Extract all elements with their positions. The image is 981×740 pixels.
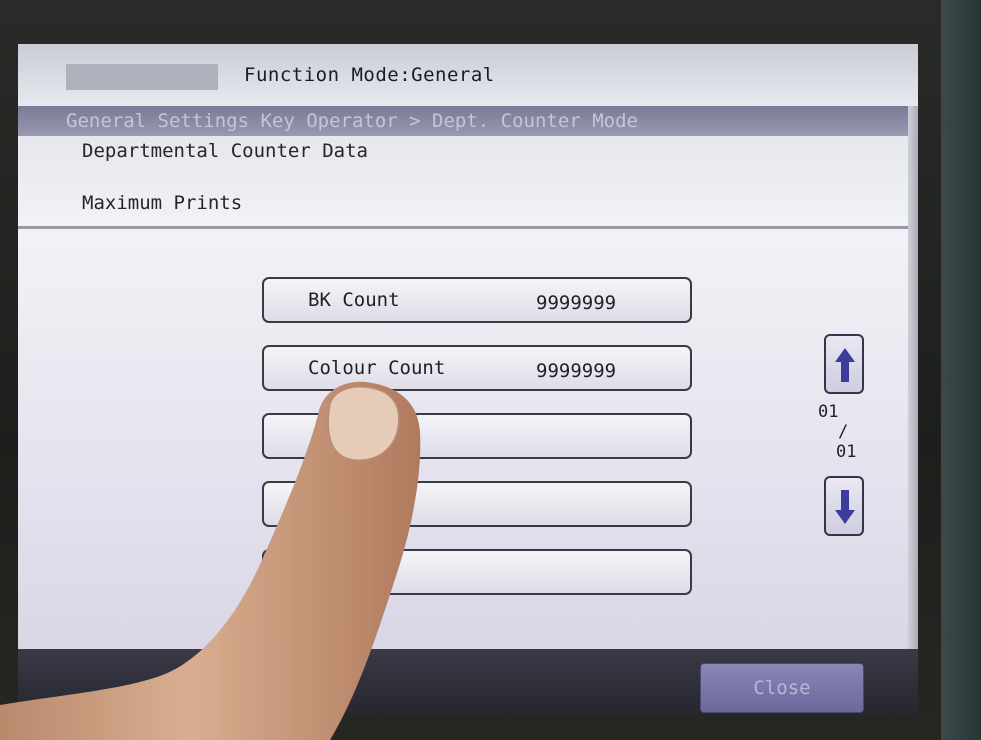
counter-value: 9999999 <box>536 360 617 382</box>
scroll-down-button[interactable] <box>824 476 864 536</box>
counter-list-area: BK Count 9999999 Colour Count 9999999 <box>18 229 918 649</box>
screen-edge <box>908 106 918 649</box>
counter-slot-4-button[interactable] <box>262 481 692 527</box>
current-page: 01 <box>818 402 839 422</box>
page-separator: / <box>838 422 849 442</box>
breadcrumb-text: General Settings Key Operator > Dept. Co… <box>66 110 638 132</box>
colour-count-button[interactable]: Colour Count 9999999 <box>262 345 692 391</box>
page-title: Departmental Counter Data <box>82 140 368 162</box>
counter-label: Colour Count <box>308 357 446 379</box>
counter-slot-5-button[interactable] <box>262 549 692 595</box>
close-button-label: Close <box>753 677 811 699</box>
device-frame-edge <box>941 0 981 740</box>
close-button[interactable]: Close <box>700 663 864 713</box>
title-area: Departmental Counter Data Maximum Prints <box>18 136 918 229</box>
arrow-down-icon <box>835 490 855 524</box>
footer-bar: Close <box>18 649 918 716</box>
function-mode-label: Function Mode:General <box>244 64 495 86</box>
status-bar: Function Mode:General <box>18 44 918 106</box>
counter-value: 9999999 <box>536 292 617 314</box>
total-pages: 01 <box>836 442 857 462</box>
arrow-up-icon <box>835 348 855 382</box>
section-title: Maximum Prints <box>82 192 243 214</box>
counter-slot-3-button[interactable] <box>262 413 692 459</box>
touch-screen: Function Mode:General General Settings K… <box>18 44 918 716</box>
status-bar-indicator <box>66 64 218 90</box>
scroll-up-button[interactable] <box>824 334 864 394</box>
counter-label: BK Count <box>308 289 400 311</box>
breadcrumb: General Settings Key Operator > Dept. Co… <box>18 106 918 136</box>
bk-count-button[interactable]: BK Count 9999999 <box>262 277 692 323</box>
